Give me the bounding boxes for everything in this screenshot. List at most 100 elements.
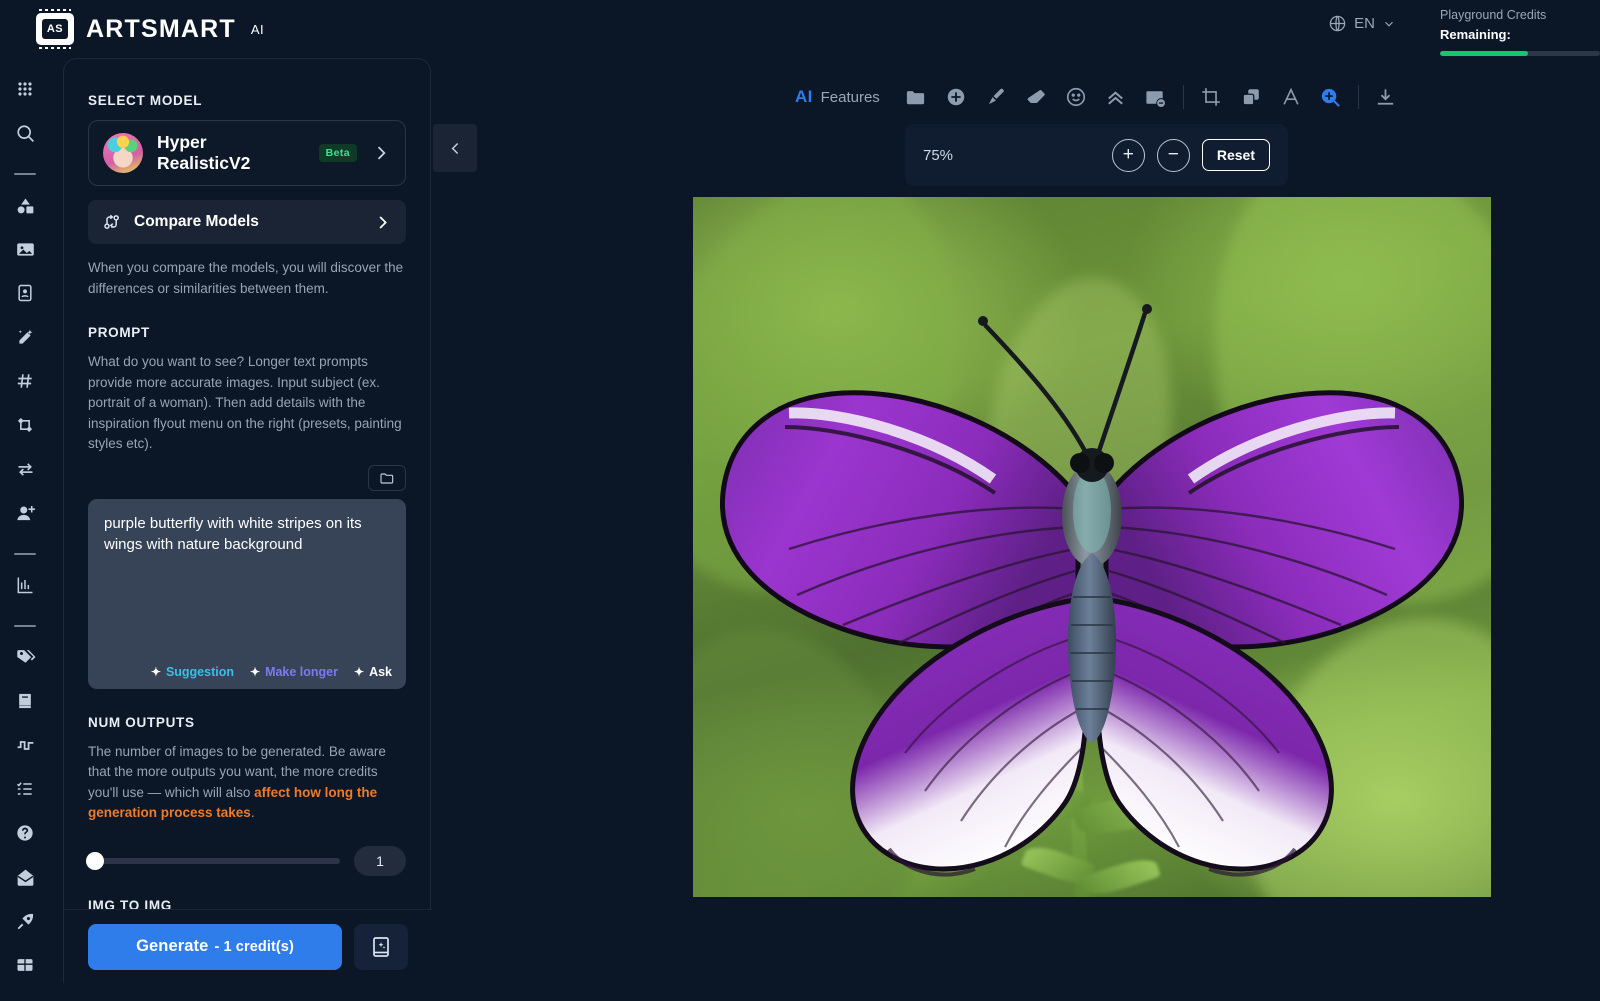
rail-item-checklist[interactable] — [8, 772, 42, 806]
apps-grid-icon — [15, 79, 35, 99]
rail-item-swap-arrows[interactable] — [8, 452, 42, 486]
toolbar-crop-icon[interactable] — [1191, 80, 1231, 114]
rail-item-rocket[interactable] — [8, 904, 42, 938]
language-selector[interactable]: EN — [1328, 14, 1396, 33]
prompt-action-row: ✦ Suggestion ✦ Make longer ✦ Ask — [88, 665, 406, 679]
toolbar-separator — [1182, 85, 1184, 109]
chevron-down-icon — [1382, 17, 1396, 31]
rail-item-id-card[interactable] — [8, 276, 42, 310]
slider-handle[interactable] — [86, 851, 104, 870]
zoom-level-value: 75% — [923, 146, 954, 164]
zoom-out-button[interactable]: − — [1156, 138, 1190, 172]
prompt-book-button[interactable] — [354, 923, 408, 970]
rail-item-hash[interactable] — [8, 364, 42, 398]
model-selector[interactable]: Hyper RealisticV2 Beta — [88, 120, 406, 186]
toolbar-text-icon[interactable] — [1271, 80, 1311, 114]
top-bar: AS ARTSMART AI EN Playground Credits Rem… — [0, 0, 1600, 58]
toolbar-download-icon[interactable] — [1366, 80, 1406, 114]
playground-credits: Playground Credits Remaining: — [1440, 0, 1600, 56]
compare-models-help: When you compare the models, you will di… — [88, 260, 404, 296]
brand-suffix: AI — [250, 21, 265, 37]
zoom-controls-panel: 75% + − Reset — [905, 124, 1288, 186]
tags-icon — [15, 647, 36, 668]
toolbar-remove-background-icon[interactable] — [1136, 80, 1176, 114]
generate-button[interactable]: Generate - 1 credit(s) — [88, 923, 342, 970]
toolbar-brush-icon[interactable] — [976, 80, 1016, 114]
left-icon-rail — [0, 58, 50, 1001]
prompt-value: purple butterfly with white stripes on i… — [104, 514, 362, 554]
toolbar-eraser-icon[interactable] — [1016, 80, 1056, 114]
help-circle-icon — [15, 823, 35, 843]
num-outputs-help: The number of images to be generated. Be… — [88, 742, 406, 824]
book-icon — [15, 691, 35, 711]
top-bar-right: EN Playground Credits Remaining: — [1328, 0, 1600, 58]
num-outputs-slider[interactable] — [86, 851, 340, 870]
artsmart-logo-icon: AS — [36, 9, 74, 49]
prompt-input[interactable]: purple butterfly with white stripes on i… — [88, 498, 406, 689]
prompt-make-longer-button[interactable]: ✦ Make longer — [250, 665, 338, 679]
toolbar-layers-icon[interactable] — [1231, 80, 1271, 114]
magic-wand-icon — [15, 327, 36, 348]
rail-item-image[interactable] — [8, 232, 42, 266]
features-label[interactable]: Features — [821, 89, 880, 106]
brand-logo[interactable]: AS ARTSMART AI — [36, 9, 265, 49]
rail-item-shapes[interactable] — [8, 188, 42, 222]
collapse-panel-button[interactable] — [433, 124, 477, 172]
settings-scroll-area[interactable]: SELECT MODEL Hyper RealisticV2 Beta Comp… — [64, 59, 430, 909]
generate-credits-label: - 1 credit(s) — [214, 938, 294, 955]
language-label: EN — [1354, 15, 1375, 32]
rail-item-table[interactable] — [8, 948, 42, 982]
shapes-icon — [15, 195, 36, 216]
rail-item-magic-wand[interactable] — [8, 320, 42, 354]
rail-item-waveform[interactable] — [8, 728, 42, 762]
prompt-suggestion-label: Suggestion — [165, 664, 234, 679]
rail-item-envelope[interactable] — [8, 860, 42, 894]
search-icon — [15, 123, 36, 144]
zoom-reset-button[interactable]: Reset — [1201, 139, 1270, 171]
toolbar-add-circle-icon[interactable] — [936, 80, 976, 114]
rail-item-tags[interactable] — [8, 640, 42, 674]
toolbar-smiley-icon[interactable] — [1056, 80, 1096, 114]
model-avatar — [103, 133, 143, 173]
waveform-icon — [15, 735, 36, 756]
prompt-ask-label: Ask — [369, 664, 392, 679]
toolbar-chevrons-up-icon[interactable] — [1096, 80, 1136, 114]
panel-footer: Generate - 1 credit(s) — [64, 909, 432, 983]
model-name: Hyper RealisticV2 — [157, 132, 251, 173]
sparkle-icon: ✦ — [150, 664, 161, 679]
rail-item-user-plus[interactable] — [8, 496, 42, 530]
rail-item-help-circle[interactable] — [8, 816, 42, 850]
compare-models-button[interactable]: Compare Models — [88, 200, 406, 244]
credits-remaining-label: Remaining: — [1440, 27, 1511, 43]
prompt-make-longer-label: Make longer — [265, 664, 338, 679]
logo-monogram: AS — [42, 19, 68, 39]
rail-divider — [14, 553, 36, 555]
brand-name: ARTSMART — [86, 14, 236, 43]
generation-settings-panel: SELECT MODEL Hyper RealisticV2 Beta Comp… — [63, 58, 432, 983]
prompt-suggestion-button[interactable]: ✦ Suggestion — [151, 665, 234, 679]
img-to-img-label: IMG TO IMG — [88, 897, 172, 909]
butterfly-illustration — [719, 304, 1465, 877]
chevron-right-icon — [371, 143, 391, 163]
rail-divider — [14, 625, 36, 627]
chevron-left-icon — [447, 140, 464, 157]
checklist-icon — [15, 779, 35, 799]
prompt-folder-button[interactable] — [368, 464, 406, 491]
rail-item-bar-report[interactable] — [8, 568, 42, 602]
credits-progress-bar — [1440, 50, 1600, 56]
toolbar-zoom-in-icon[interactable] — [1311, 80, 1351, 114]
rail-item-search[interactable] — [8, 116, 42, 150]
toolbar-folder-icon[interactable] — [896, 80, 936, 114]
zoom-in-button[interactable]: + — [1111, 138, 1145, 172]
rail-item-transform[interactable] — [8, 408, 42, 442]
prompt-ask-button[interactable]: ✦ Ask — [354, 665, 392, 679]
generate-label: Generate — [136, 937, 209, 955]
transform-icon — [15, 415, 35, 435]
select-model-label: SELECT MODEL — [88, 93, 203, 108]
sparkle-icon: ✦ — [354, 664, 365, 679]
generated-image[interactable] — [693, 197, 1491, 897]
rail-item-apps-grid[interactable] — [8, 72, 42, 106]
rail-item-book[interactable] — [8, 684, 42, 718]
num-outputs-row: 1 — [86, 845, 406, 876]
num-outputs-value[interactable]: 1 — [354, 845, 406, 876]
